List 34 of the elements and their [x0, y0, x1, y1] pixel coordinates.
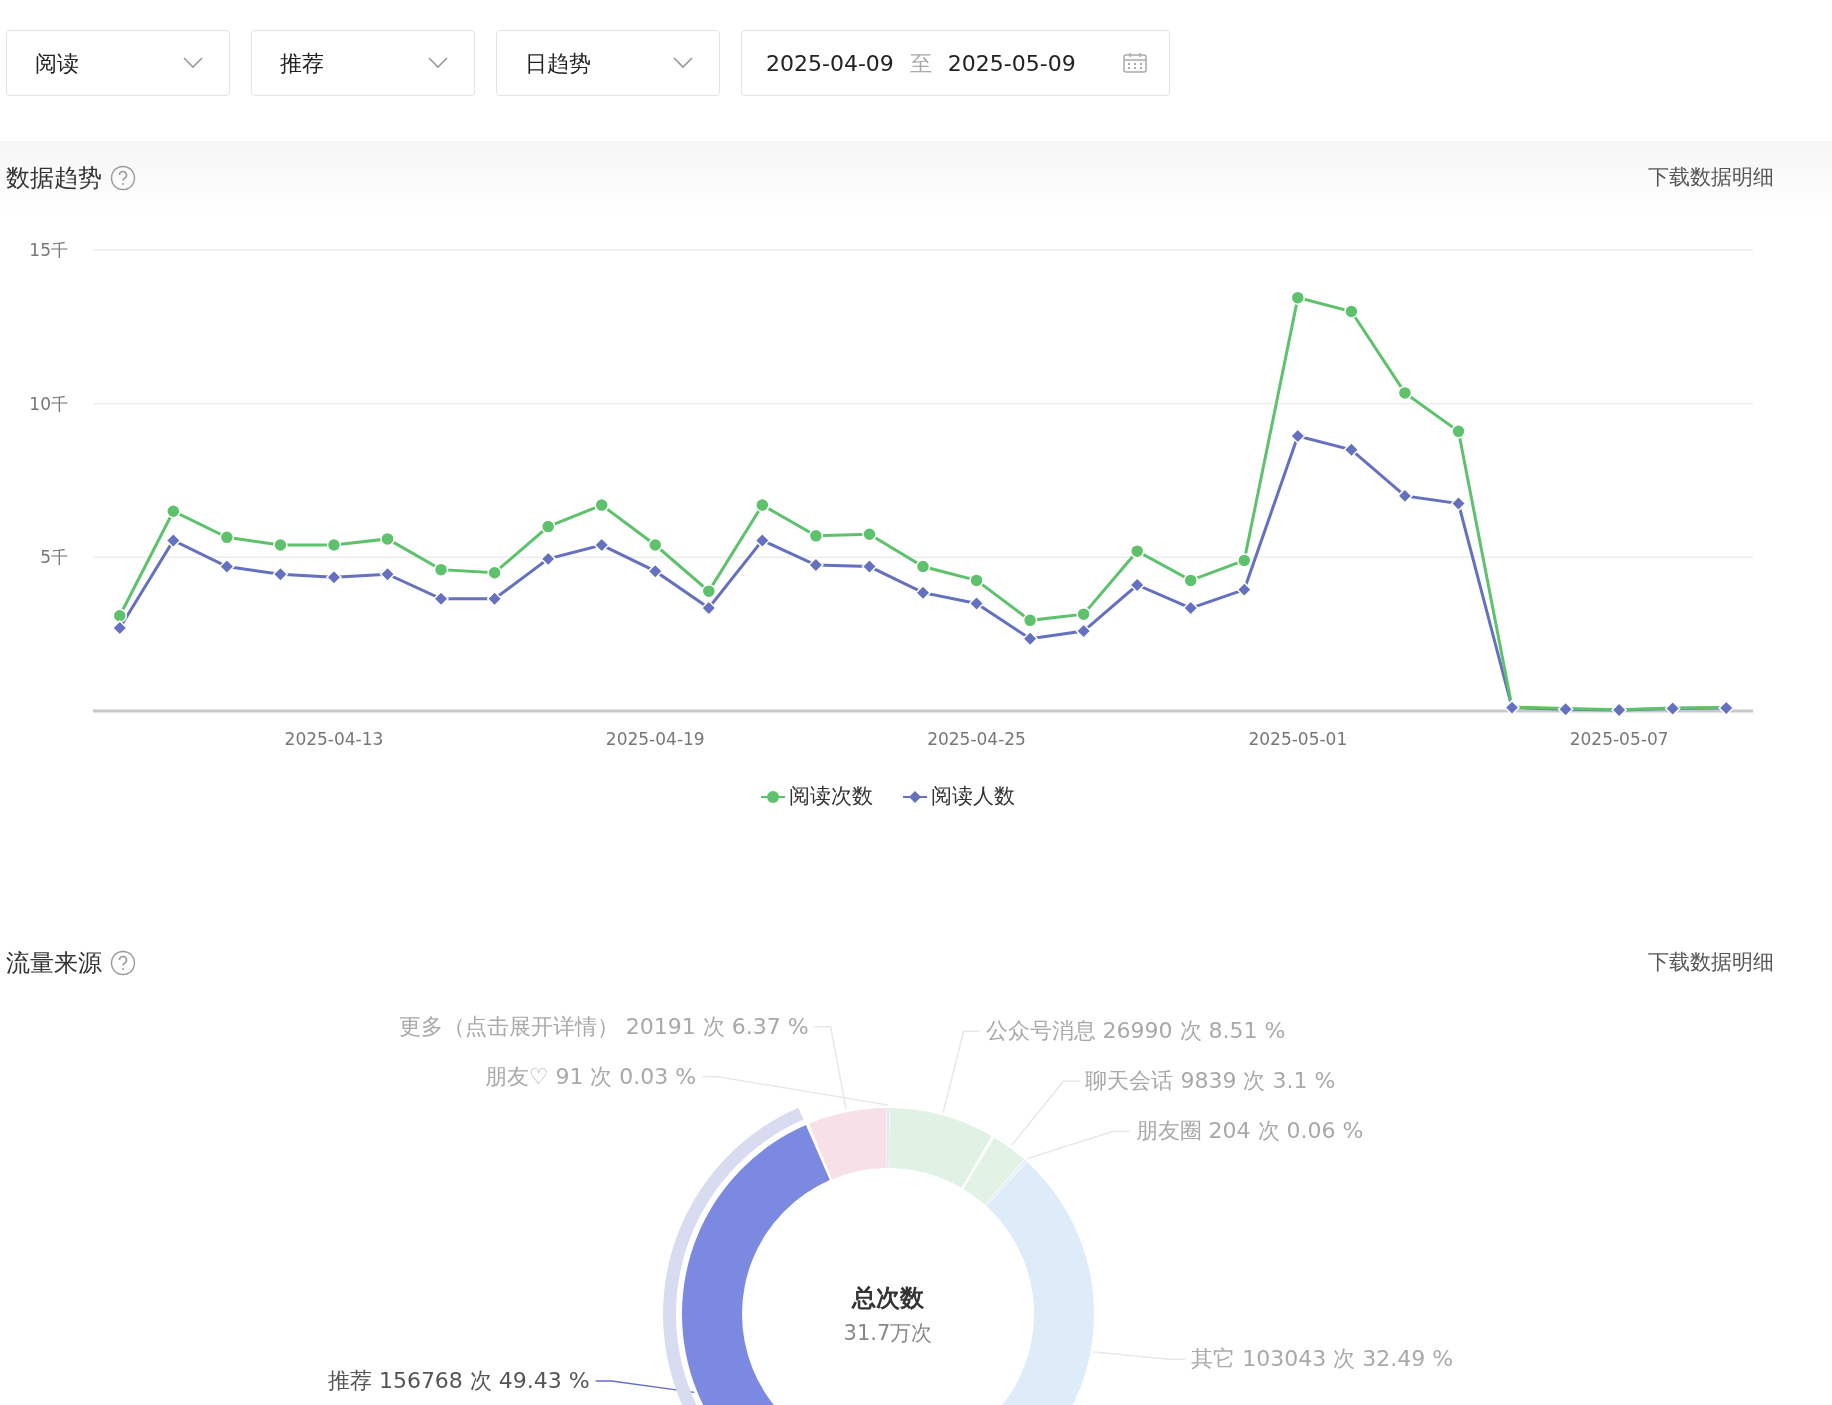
axis-label: 2025-05-01 [1248, 729, 1348, 749]
section-title: 数据趋势 [6, 163, 102, 194]
filter-dropdown[interactable]: 推荐 [251, 30, 475, 96]
legend-item[interactable]: 阅读人数 [903, 781, 1015, 813]
slice-label: 聊天会话 9839 次 3.1 % [1085, 1068, 1336, 1094]
total-title: 总次数 [852, 1284, 924, 1312]
date-range-field[interactable]: 2025-04-09 至 2025-05-09 [741, 30, 1170, 96]
slice-label: 朋友圈 204 次 0.06 % [1135, 1118, 1364, 1144]
download-link[interactable]: 下载数据明细 [1648, 162, 1774, 194]
chevron-down-icon [183, 57, 203, 69]
filter-dropdown[interactable]: 日趋势 [496, 30, 720, 96]
chevron-down-icon [673, 57, 693, 69]
help-icon[interactable] [110, 165, 136, 191]
slice-label: 更多（点击展开详情） 20191 次 6.37 % [398, 1013, 809, 1039]
section-title: 流量来源 [6, 947, 102, 979]
download-link[interactable]: 下载数据明细 [1648, 946, 1774, 979]
axis-label: 15千 [29, 240, 68, 260]
axis-label: 5千 [40, 547, 68, 568]
slice-label: 推荐 156768 次 49.43 % [327, 1368, 590, 1393]
chevron-down-icon [428, 57, 448, 69]
axis-label: 2025-04-13 [284, 729, 384, 749]
help-icon[interactable] [110, 949, 136, 976]
axis-label: 10千 [29, 393, 68, 414]
slice-label: 其它 103043 次 32.49 % [1191, 1346, 1454, 1372]
axis-label: 2025-05-07 [1569, 729, 1669, 749]
donut-slice[interactable] [808, 1108, 887, 1180]
total-value: 31.7万次 [843, 1321, 933, 1345]
slice-label: 朋友♡ 91 次 0.03 % [484, 1063, 697, 1089]
calendar-icon [1123, 53, 1147, 73]
axis-label: 2025-04-25 [927, 729, 1026, 749]
axis-label: 2025-04-19 [605, 729, 705, 749]
slice-label: 公众号消息 26990 次 8.51 % [985, 1018, 1286, 1044]
legend-item[interactable]: 阅读次数 [761, 781, 873, 813]
filter-dropdown[interactable]: 阅读 [6, 30, 230, 96]
